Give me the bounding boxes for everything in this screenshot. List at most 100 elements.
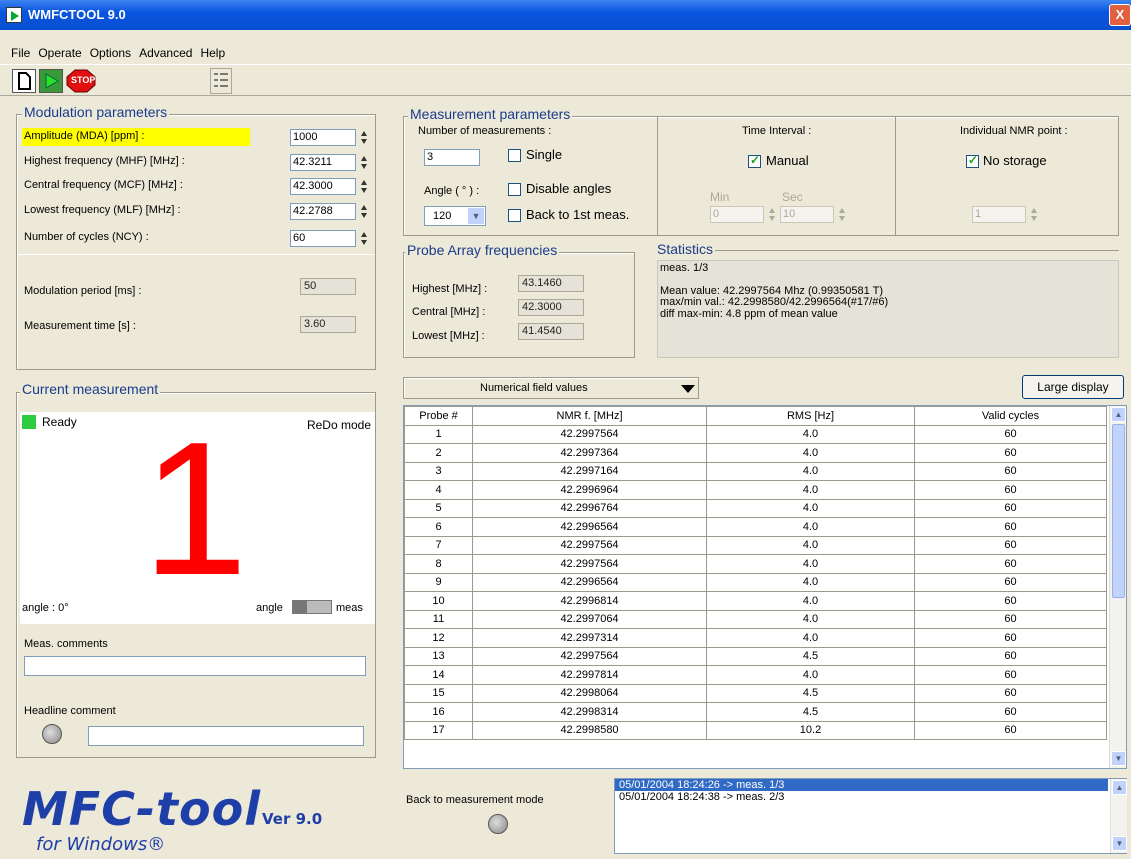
col-valid-header[interactable]: Valid cycles xyxy=(914,406,1107,426)
table-row[interactable]: 2 42.2997364 4.0 60 xyxy=(404,443,1107,463)
amplitude-input[interactable]: 1000 xyxy=(290,129,356,146)
rms-cell: 4.0 xyxy=(706,498,915,518)
valid-cycles-cell: 60 xyxy=(914,702,1107,722)
table-row[interactable]: 13 42.2997564 4.5 60 xyxy=(404,646,1107,666)
table-row[interactable]: 8 42.2997564 4.0 60 xyxy=(404,554,1107,574)
mlf-input[interactable]: 42.2788 xyxy=(290,203,356,220)
table-row[interactable]: 14 42.2997814 4.0 60 xyxy=(404,665,1107,685)
nmr-cell: 42.2998064 xyxy=(472,683,707,703)
table-row[interactable]: 3 42.2997164 4.0 60 xyxy=(404,461,1107,481)
manual-checkbox[interactable] xyxy=(748,153,761,168)
num-meas-input[interactable]: 3 xyxy=(424,149,480,166)
nmr-point-spinner[interactable] xyxy=(1030,206,1038,223)
mcf-input[interactable]: 42.3000 xyxy=(290,178,356,195)
meas-time-label: Measurement time [s] : xyxy=(24,320,136,332)
probe-cell: 11 xyxy=(404,609,473,629)
mcf-spinner[interactable] xyxy=(360,178,368,195)
rms-cell: 4.0 xyxy=(706,461,915,481)
mhf-input[interactable]: 42.3211 xyxy=(290,154,356,171)
stop-label: STOP xyxy=(71,75,96,85)
menu-options[interactable]: Options xyxy=(87,46,134,60)
min-input[interactable]: 0 xyxy=(710,206,764,223)
angle-meas-toggle[interactable] xyxy=(292,600,332,614)
back-to-meas-button[interactable] xyxy=(488,814,508,834)
measurement-display: Ready ReDo mode 1 angle : 0° angle meas xyxy=(20,412,375,624)
no-storage-label: No storage xyxy=(983,153,1047,168)
headline-toggle-button[interactable] xyxy=(42,724,62,744)
probe-table-container: Probe # NMR f. [MHz] RMS [Hz] Valid cycl… xyxy=(403,405,1127,769)
amplitude-spinner[interactable] xyxy=(360,129,368,146)
nmr-cell: 42.2997064 xyxy=(472,609,707,629)
col-nmr-header[interactable]: NMR f. [MHz] xyxy=(472,406,707,426)
no-storage-checkbox[interactable] xyxy=(966,153,979,168)
table-row[interactable]: 15 42.2998064 4.5 60 xyxy=(404,683,1107,703)
back-to-meas-label: Back to measurement mode xyxy=(406,794,544,806)
large-display-button[interactable]: Large display xyxy=(1022,375,1124,399)
nmr-point-label: Individual NMR point : xyxy=(960,125,1068,137)
table-scrollbar[interactable]: ▲ ▼ xyxy=(1109,406,1126,768)
menu-advanced[interactable]: Advanced xyxy=(136,46,195,60)
menu-help[interactable]: Help xyxy=(197,46,228,60)
scroll-down-icon[interactable]: ▼ xyxy=(1111,751,1126,766)
probe-cell: 17 xyxy=(404,720,473,740)
min-spinner[interactable] xyxy=(768,206,776,223)
table-row[interactable]: 12 42.2997314 4.0 60 xyxy=(404,628,1107,648)
sec-spinner[interactable] xyxy=(838,206,846,223)
meas-comments-input[interactable] xyxy=(24,656,366,676)
logo-main: MFC-tool xyxy=(22,782,262,836)
chevron-down-icon[interactable]: ▼ xyxy=(468,208,484,224)
sec-input[interactable]: 10 xyxy=(780,206,834,223)
menu-file[interactable]: File xyxy=(8,46,33,60)
log-scroll-up-icon[interactable]: ▲ xyxy=(1112,780,1127,795)
dropdown-arrow-icon xyxy=(681,385,695,393)
probe-cell: 14 xyxy=(404,665,473,685)
log-entry[interactable]: 05/01/2004 18:24:26 -> meas. 1/3 xyxy=(615,779,1108,791)
scrollbar-thumb[interactable] xyxy=(1112,424,1125,598)
log-scrollbar[interactable]: ▲ ▼ xyxy=(1110,779,1127,853)
log-scroll-down-icon[interactable]: ▼ xyxy=(1112,836,1127,851)
back-first-checkbox[interactable] xyxy=(508,209,521,222)
single-label: Single xyxy=(526,147,563,162)
status-led-icon xyxy=(22,415,36,429)
mhf-spinner[interactable] xyxy=(360,154,368,171)
table-row[interactable]: 16 42.2998314 4.5 60 xyxy=(404,702,1107,722)
table-row[interactable]: 17 42.2998580 10.2 60 xyxy=(404,720,1107,740)
nmr-cell: 42.2998580 xyxy=(472,720,707,740)
stop-button[interactable]: STOP xyxy=(66,69,96,93)
angle-select[interactable]: 120 ▼ xyxy=(424,206,486,226)
statistics-line: max/min val.: 42.2998580/42.2996564(#17/… xyxy=(660,296,889,308)
col-rms-header[interactable]: RMS [Hz] xyxy=(706,406,915,426)
headline-comment-input[interactable] xyxy=(88,726,364,746)
table-row[interactable]: 5 42.2996764 4.0 60 xyxy=(404,498,1107,518)
table-row[interactable]: 9 42.2996564 4.0 60 xyxy=(404,572,1107,592)
table-row[interactable]: 7 42.2997564 4.0 60 xyxy=(404,535,1107,555)
rms-cell: 4.5 xyxy=(706,683,915,703)
ncy-spinner[interactable] xyxy=(360,230,368,247)
list-view-button[interactable] xyxy=(210,68,232,94)
scroll-up-icon[interactable]: ▲ xyxy=(1111,407,1126,422)
close-button[interactable]: X xyxy=(1109,4,1131,26)
nmr-point-input[interactable]: 1 xyxy=(972,206,1026,223)
table-row[interactable]: 11 42.2997064 4.0 60 xyxy=(404,609,1107,629)
measurement-params-title: Measurement parameters xyxy=(408,106,573,122)
log-entry[interactable]: 05/01/2004 18:24:38 -> meas. 2/3 xyxy=(615,791,1126,803)
single-checkbox[interactable] xyxy=(508,149,521,162)
valid-cycles-cell: 60 xyxy=(914,517,1107,537)
new-document-button[interactable] xyxy=(12,69,36,93)
nmr-cell: 42.2997564 xyxy=(472,424,707,444)
table-row[interactable]: 4 42.2996964 4.0 60 xyxy=(404,480,1107,500)
table-row[interactable]: 6 42.2996564 4.0 60 xyxy=(404,517,1107,537)
view-dropdown[interactable]: Numerical field values xyxy=(403,377,699,399)
disable-angles-checkbox[interactable] xyxy=(508,183,521,196)
probe-lowest-label: Lowest [MHz] : xyxy=(412,330,485,342)
ncy-input[interactable]: 60 xyxy=(290,230,356,247)
col-probe-header[interactable]: Probe # xyxy=(404,406,473,426)
run-button[interactable] xyxy=(39,69,63,93)
toolbar: STOP xyxy=(0,64,1131,96)
probe-cell: 6 xyxy=(404,517,473,537)
mlf-spinner[interactable] xyxy=(360,203,368,220)
table-row[interactable]: 1 42.2997564 4.0 60 xyxy=(404,424,1107,444)
table-row[interactable]: 10 42.2996814 4.0 60 xyxy=(404,591,1107,611)
valid-cycles-cell: 60 xyxy=(914,535,1107,555)
menu-operate[interactable]: Operate xyxy=(35,46,84,60)
